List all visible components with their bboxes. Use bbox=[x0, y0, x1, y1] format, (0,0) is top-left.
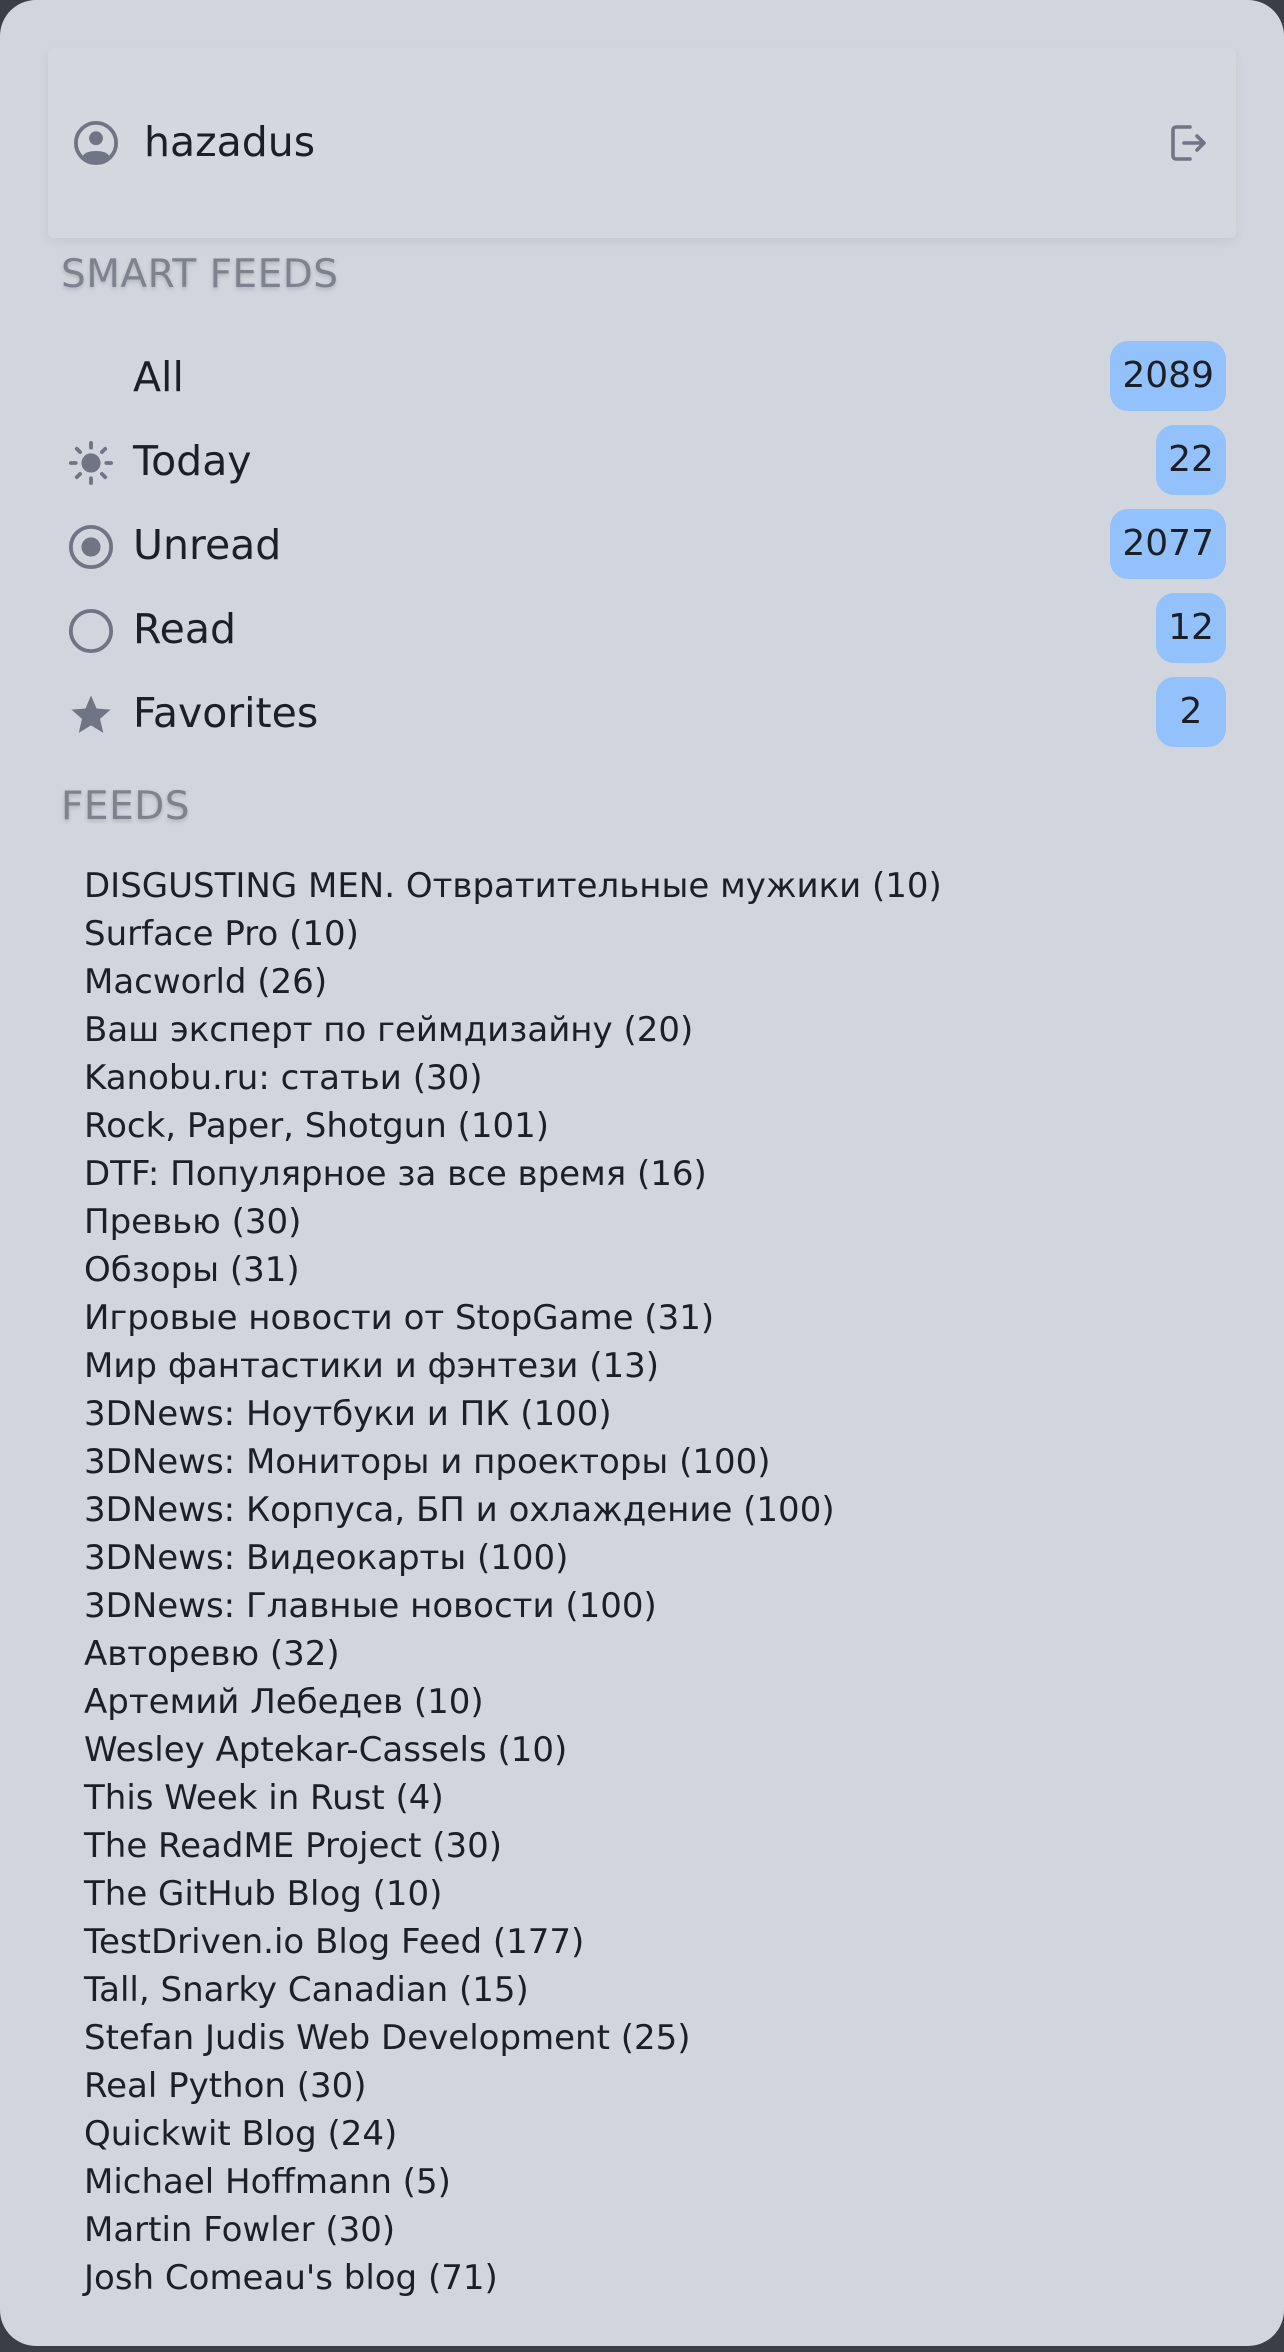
smart-feed-read[interactable]: Read 12 bbox=[60, 593, 1226, 665]
feed-item[interactable]: The GitHub Blog (10) bbox=[84, 1870, 1234, 1918]
username: hazadus bbox=[144, 118, 316, 166]
feed-item[interactable]: Артемий Лебедев (10) bbox=[84, 1678, 1234, 1726]
feed-item[interactable]: Josh Comeau's blog (71) bbox=[84, 2254, 1234, 2302]
feed-item[interactable]: Rock, Paper, Shotgun (101) bbox=[84, 1102, 1234, 1150]
feed-item[interactable]: Surface Pro (10) bbox=[84, 910, 1234, 958]
user-card: hazadus bbox=[48, 48, 1236, 238]
feed-item[interactable]: The ReadME Project (30) bbox=[84, 1822, 1234, 1870]
feed-item[interactable]: Ваш эксперт по геймдизайну (20) bbox=[84, 1006, 1234, 1054]
feed-item[interactable]: Kanobu.ru: статьи (30) bbox=[84, 1054, 1234, 1102]
smart-feed-unread[interactable]: Unread 2077 bbox=[60, 509, 1226, 581]
feed-item[interactable]: 3DNews: Ноутбуки и ПК (100) bbox=[84, 1390, 1234, 1438]
feed-item[interactable]: Stefan Judis Web Development (25) bbox=[84, 2014, 1234, 2062]
sun-icon bbox=[68, 440, 114, 486]
smart-feed-all[interactable]: All 2089 bbox=[60, 341, 1226, 413]
smart-feed-label: Read bbox=[133, 605, 237, 653]
radio-empty-icon bbox=[68, 608, 114, 654]
feed-item[interactable]: DTF: Популярное за все время (16) bbox=[84, 1150, 1234, 1198]
feed-item[interactable]: 3DNews: Главные новости (100) bbox=[84, 1582, 1234, 1630]
feed-item[interactable]: Macworld (26) bbox=[84, 958, 1234, 1006]
feeds-heading: FEEDS bbox=[61, 784, 191, 829]
count-badge: 12 bbox=[1156, 593, 1226, 663]
feed-item[interactable]: Real Python (30) bbox=[84, 2062, 1234, 2110]
feed-item[interactable]: TestDriven.io Blog Feed (177) bbox=[84, 1918, 1234, 1966]
feed-item[interactable]: DISGUSTING MEN. Отвратительные мужики (1… bbox=[84, 862, 1234, 910]
feed-item[interactable]: Превью (30) bbox=[84, 1198, 1234, 1246]
sidebar-panel: hazadus SMART FEEDS All 2089 Today 22 Un… bbox=[0, 0, 1284, 2346]
feed-list: DISGUSTING MEN. Отвратительные мужики (1… bbox=[84, 862, 1234, 2302]
feed-item[interactable]: This Week in Rust (4) bbox=[84, 1774, 1234, 1822]
feed-item[interactable]: Wesley Aptekar-Cassels (10) bbox=[84, 1726, 1234, 1774]
smart-feed-today[interactable]: Today 22 bbox=[60, 425, 1226, 497]
feed-item[interactable]: Мир фантастики и фэнтези (13) bbox=[84, 1342, 1234, 1390]
feed-item[interactable]: Quickwit Blog (24) bbox=[84, 2110, 1234, 2158]
count-badge: 22 bbox=[1156, 425, 1226, 495]
smart-feed-label: Unread bbox=[133, 521, 282, 569]
smart-feed-label: Favorites bbox=[133, 689, 319, 737]
feed-item[interactable]: 3DNews: Корпуса, БП и охлаждение (100) bbox=[84, 1486, 1234, 1534]
smart-feeds-heading: SMART FEEDS bbox=[61, 252, 339, 297]
feed-item[interactable]: Tall, Snarky Canadian (15) bbox=[84, 1966, 1234, 2014]
feed-item[interactable]: Авторевю (32) bbox=[84, 1630, 1234, 1678]
radio-filled-icon bbox=[68, 524, 114, 570]
feed-item[interactable]: Michael Hoffmann (5) bbox=[84, 2158, 1234, 2206]
count-badge: 2077 bbox=[1110, 509, 1226, 579]
feed-item[interactable]: Обзоры (31) bbox=[84, 1246, 1234, 1294]
feed-item[interactable]: 3DNews: Мониторы и проекторы (100) bbox=[84, 1438, 1234, 1486]
feed-item[interactable]: Martin Fowler (30) bbox=[84, 2206, 1234, 2254]
logout-icon[interactable] bbox=[1164, 119, 1212, 167]
count-badge: 2089 bbox=[1110, 341, 1226, 411]
smart-feed-label: All bbox=[133, 353, 184, 401]
count-badge: 2 bbox=[1156, 677, 1226, 747]
star-icon bbox=[71, 695, 111, 733]
smart-feed-label: Today bbox=[133, 437, 252, 485]
feed-item[interactable]: 3DNews: Видеокарты (100) bbox=[84, 1534, 1234, 1582]
feed-item[interactable]: Игровые новости от StopGame (31) bbox=[84, 1294, 1234, 1342]
smart-feed-favorites[interactable]: Favorites 2 bbox=[60, 677, 1226, 749]
user-circle-icon bbox=[73, 120, 119, 166]
